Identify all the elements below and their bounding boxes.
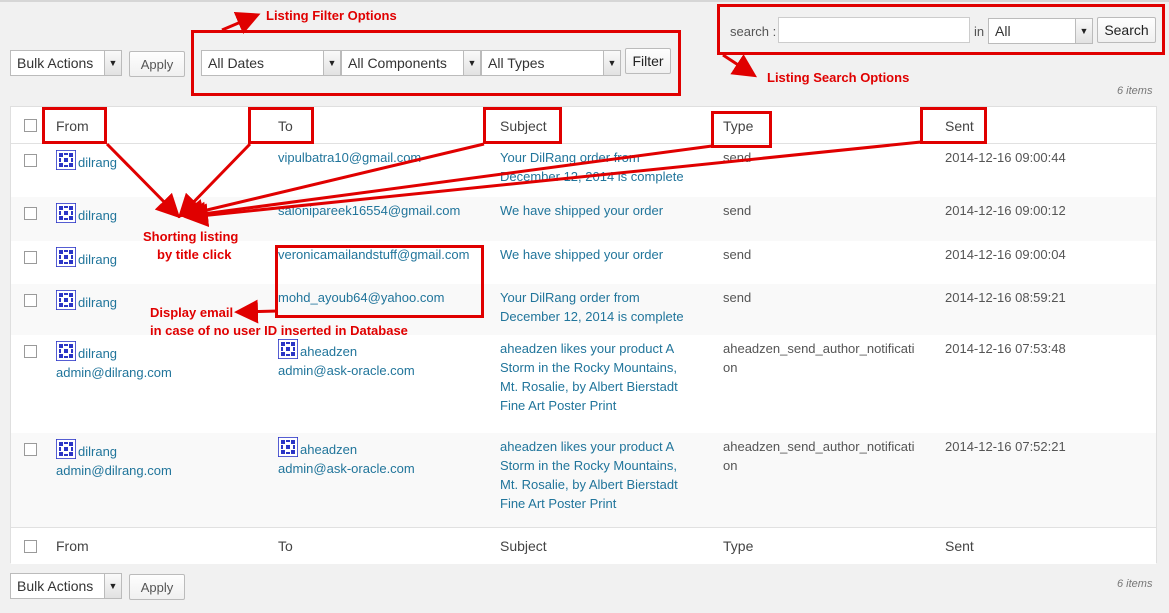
email-annotation-line2: in case of no user ID inserted in Databa… bbox=[150, 323, 408, 338]
filter-arrow bbox=[221, 11, 261, 35]
sent-sort-arrow bbox=[184, 140, 922, 228]
search-arrow bbox=[722, 53, 758, 78]
sorting-annotation-line2: by title click bbox=[157, 247, 232, 262]
filter-options-annotation: Listing Filter Options bbox=[266, 8, 397, 23]
search-options-annotation: Listing Search Options bbox=[767, 70, 910, 85]
sorting-annotation-line1: Shorting listing bbox=[143, 229, 239, 244]
subject-sort-arrow bbox=[180, 142, 485, 223]
from-sort-arrow bbox=[105, 142, 181, 219]
email-annotation-line1: Display email bbox=[150, 305, 234, 320]
type-sort-arrow bbox=[182, 144, 713, 226]
email-display-arrow bbox=[234, 299, 279, 324]
